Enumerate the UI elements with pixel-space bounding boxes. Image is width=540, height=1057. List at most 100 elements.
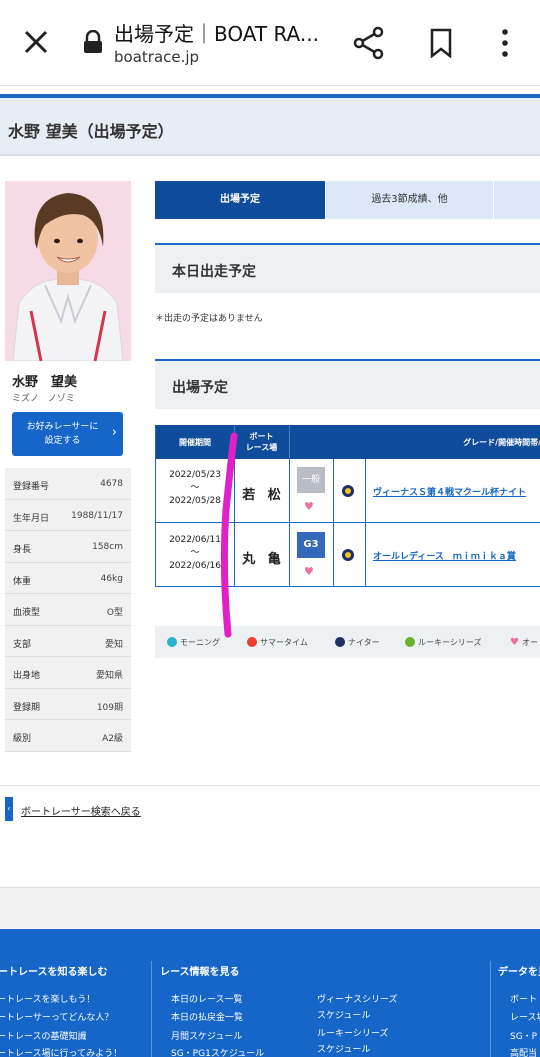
profile-value: 109期 bbox=[96, 702, 123, 713]
footer-link[interactable]: 本日の払戻金一覧 bbox=[171, 1010, 243, 1023]
legend-label: サマータイム bbox=[260, 638, 308, 647]
racer-kana: ミズノ ノゾミ bbox=[12, 394, 75, 404]
profile-key: 級別 bbox=[13, 734, 32, 744]
profile-value: 4678 bbox=[100, 479, 123, 489]
footer-link[interactable]: ルーキーシリーズ bbox=[317, 1026, 388, 1039]
fav-button-line2: 設定する bbox=[44, 436, 81, 446]
footer-link[interactable]: ボート bbox=[510, 992, 537, 1005]
heart-icon: ♥ bbox=[510, 637, 519, 648]
footer-col1-title: ボートレースを知る楽しむ bbox=[0, 967, 108, 978]
profile-value: O型 bbox=[106, 608, 123, 618]
table-row-2-dates: 2022/06/11 〜 2022/06/16 bbox=[156, 534, 234, 573]
profile-row: 身長 158cm bbox=[5, 531, 131, 563]
profile-row: 級別 A2級 bbox=[5, 720, 131, 752]
profile-value: A2級 bbox=[102, 734, 123, 744]
more-menu-icon[interactable] bbox=[496, 26, 514, 60]
header-venue-line2: レース場 bbox=[245, 443, 278, 452]
site-footer: ボートレースを知る楽しむ ボートレースを楽しもう！ ボートレーサーってどんな人？… bbox=[0, 929, 540, 1057]
date-tilde: 〜 bbox=[190, 548, 200, 558]
close-icon[interactable] bbox=[20, 26, 52, 58]
page-title: 水野 望美（出場予定） bbox=[8, 122, 174, 141]
footer-link[interactable]: スケジュール bbox=[317, 1042, 370, 1055]
column-divider bbox=[234, 459, 235, 587]
footer-link[interactable]: ボートレース場に行ってみよう！ bbox=[0, 1046, 122, 1057]
header-venue-line1: ボート bbox=[249, 432, 274, 441]
footer-link[interactable]: 月間スケジュール bbox=[171, 1029, 242, 1042]
schedule-section-header: 出場予定 bbox=[155, 359, 540, 409]
profile-row: 血液型 O型 bbox=[5, 594, 131, 626]
profile-key: 生年月日 bbox=[13, 513, 50, 524]
footer-col3-title: データを見る bbox=[498, 967, 540, 978]
icon-legend: モーニング サマータイム ナイター ルーキーシリーズ ♥ オー bbox=[155, 626, 540, 658]
footer-link[interactable]: レース場 bbox=[510, 1010, 540, 1023]
legend-label: ナイター bbox=[348, 638, 380, 647]
browser-page-title[interactable]: 出場予定｜BOAT RA... bbox=[114, 18, 319, 47]
browser-url[interactable]: boatrace.jp bbox=[114, 48, 199, 66]
race-title-link[interactable]: ヴィーナスＳ第４戦マクール杯ナイト bbox=[373, 485, 526, 498]
fav-button-line1: お好みレーサーに bbox=[26, 422, 99, 432]
column-divider bbox=[289, 425, 290, 459]
venue-name: 丸 亀 bbox=[242, 552, 281, 567]
profile-key: 体重 bbox=[13, 576, 32, 587]
end-date: 2022/05/28 bbox=[169, 496, 221, 506]
profile-row: 体重 46kg bbox=[5, 563, 131, 594]
add-favorite-racer-button[interactable]: お好みレーサーに 設定する › bbox=[12, 412, 123, 456]
legend-item: モーニング bbox=[167, 637, 220, 648]
column-divider bbox=[289, 459, 290, 587]
end-date: 2022/06/16 bbox=[169, 561, 221, 571]
legend-label: オー bbox=[521, 638, 538, 647]
footer-link[interactable]: SG・P bbox=[510, 1029, 537, 1042]
racer-name: 水野 望美 bbox=[12, 375, 78, 390]
profile-table: 登録番号 4678 生年月日 1988/11/17 身長 158cm 体重 46kg 血… bbox=[5, 468, 131, 752]
night-race-icon bbox=[335, 637, 345, 647]
footer-col2-title: レース情報を見る bbox=[160, 967, 240, 978]
schedule-table-header: 開催期間 ボート レース場 グレード/開催時間帯/ bbox=[156, 425, 540, 459]
bookmark-icon[interactable] bbox=[428, 28, 454, 58]
footer-link[interactable]: ボートレースを楽しもう！ bbox=[0, 992, 95, 1005]
back-link-label: ボートレーサー検索へ戻る bbox=[21, 807, 141, 818]
header-grade: グレード/開催時間帯/ bbox=[463, 438, 540, 447]
night-race-icon bbox=[342, 549, 354, 561]
race-title-link[interactable]: オールレディース ｍｉｍｉｋａ賞 bbox=[373, 549, 516, 562]
footer-link[interactable]: 本日のレース一覧 bbox=[171, 992, 243, 1005]
schedule-section-title: 出場予定 bbox=[172, 380, 228, 396]
start-date: 2022/06/11 bbox=[169, 535, 221, 545]
header-venue: ボート レース場 bbox=[234, 431, 289, 453]
start-date: 2022/05/23 bbox=[169, 470, 221, 480]
footer-link[interactable]: SG・PG1スケジュール bbox=[171, 1046, 264, 1057]
no-race-note: ＊出走の予定はありません bbox=[155, 314, 263, 324]
today-section-header: 本日出走予定 bbox=[155, 243, 540, 293]
chevron-left-icon: ‹ bbox=[5, 797, 13, 821]
grade-badge: G3 bbox=[297, 532, 325, 558]
header-period: 開催期間 bbox=[179, 438, 211, 447]
tab-schedule[interactable]: 出場予定 bbox=[155, 181, 325, 219]
footer-link[interactable]: スケジュール bbox=[317, 1008, 370, 1021]
footer-link[interactable]: ボートレーサーってどんな人？ bbox=[0, 1010, 113, 1023]
chevron-right-icon: › bbox=[111, 425, 117, 440]
footer-divider bbox=[151, 961, 152, 1057]
tab-past-results[interactable]: 過去3節成績、他 bbox=[326, 181, 493, 219]
footer-link[interactable]: ボートレースの基礎知識 bbox=[0, 1029, 87, 1042]
profile-row: 支部 愛知 bbox=[5, 626, 131, 657]
profile-value: 46kg bbox=[100, 573, 123, 584]
profile-key: 登録期 bbox=[13, 702, 41, 713]
profile-value: 愛知県 bbox=[95, 671, 123, 681]
profile-key: 身長 bbox=[13, 545, 32, 555]
footer-link[interactable]: ヴィーナスシリーズ bbox=[317, 992, 398, 1005]
morning-icon bbox=[167, 637, 177, 647]
browser-toolbar: 出場予定｜BOAT RA... boatrace.jp bbox=[0, 0, 540, 86]
row-divider bbox=[156, 522, 540, 523]
legend-label: モーニング bbox=[180, 638, 220, 647]
tab-more[interactable] bbox=[494, 181, 540, 219]
share-icon[interactable] bbox=[352, 26, 386, 60]
column-divider bbox=[365, 459, 366, 587]
summer-time-icon bbox=[247, 637, 257, 647]
page-header: 水野 望美（出場予定） bbox=[0, 94, 540, 156]
grade-badge: 一般 bbox=[297, 467, 325, 493]
legend-item: ルーキーシリーズ bbox=[405, 637, 481, 648]
footer-link[interactable]: 高配当 bbox=[510, 1046, 537, 1057]
venue-name: 若 松 bbox=[242, 488, 281, 503]
legend-item: ナイター bbox=[335, 637, 380, 648]
today-section-title: 本日出走予定 bbox=[172, 264, 256, 280]
schedule-table: 開催期間 ボート レース場 グレード/開催時間帯/ 2022/05/23 〜 2… bbox=[155, 425, 540, 587]
